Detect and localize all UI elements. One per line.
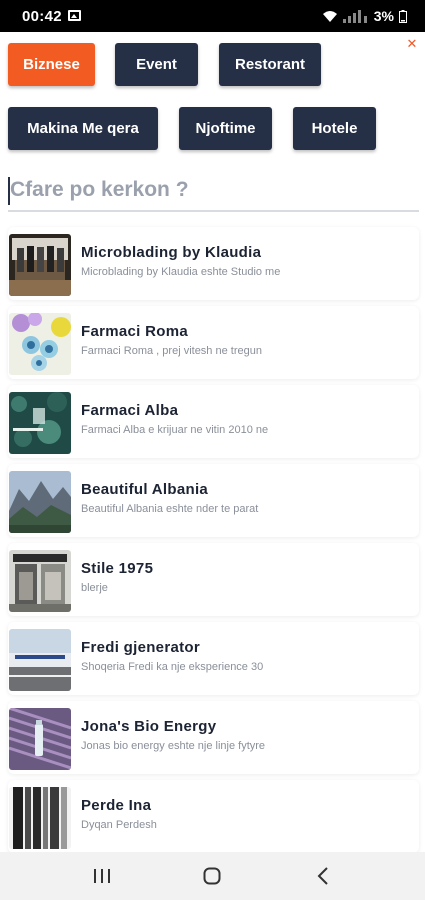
search-input[interactable] — [8, 170, 419, 210]
status-right: 3% — [322, 7, 407, 25]
back-button[interactable] — [303, 862, 343, 890]
listing-thumbnail — [9, 234, 71, 296]
list-item[interactable]: Perde Ina Dyqan Perdesh — [8, 780, 419, 853]
listing-subtitle: Dyqan Perdesh — [81, 819, 157, 831]
text-cursor — [8, 177, 10, 205]
filter-biznese[interactable]: Biznese — [8, 43, 95, 86]
listing-title: Jona's Bio Energy — [81, 718, 217, 735]
filter-restorant[interactable]: Restorant — [219, 43, 321, 86]
status-time: 00:42 — [22, 8, 62, 25]
back-icon — [317, 867, 328, 885]
signal-icon — [342, 9, 367, 23]
wifi-icon — [322, 10, 337, 22]
home-button[interactable] — [192, 862, 232, 890]
list-item[interactable]: Stile 1975 blerje — [8, 543, 419, 616]
listing-thumbnail — [9, 550, 71, 612]
close-icon[interactable]: ✕ — [405, 37, 419, 51]
system-nav-bar — [0, 852, 425, 900]
listing-thumbnail — [9, 629, 71, 691]
battery-percent: 3% — [373, 8, 394, 24]
home-icon — [203, 867, 221, 885]
listing-subtitle: blerje — [81, 582, 108, 594]
listing-subtitle: Beautiful Albania eshte nder te parat — [81, 503, 259, 515]
listing-subtitle: Farmaci Roma , prej vitesh ne tregun — [81, 345, 262, 357]
listing-subtitle: Microblading by Klaudia eshte Studio me — [81, 266, 281, 278]
status-bar: 00:42 3% — [0, 0, 425, 32]
filter-njoftime[interactable]: Njoftime — [179, 107, 272, 150]
list-item[interactable]: Beautiful Albania Beautiful Albania esht… — [8, 464, 419, 537]
battery-icon — [399, 9, 407, 23]
listing-title: Perde Ina — [81, 797, 152, 814]
listing-title: Farmaci Roma — [81, 323, 188, 340]
listing-title: Stile 1975 — [81, 560, 154, 577]
list-item[interactable]: Microblading by Klaudia Microblading by … — [8, 227, 419, 300]
listing-thumbnail — [9, 313, 71, 375]
filter-makina-me-qera[interactable]: Makina Me qera — [8, 107, 158, 150]
listing-thumbnail — [9, 708, 71, 770]
list-item[interactable]: Farmaci Roma Farmaci Roma , prej vitesh … — [8, 306, 419, 379]
listing-thumbnail — [9, 471, 71, 533]
list-item[interactable]: Jona's Bio Energy Jonas bio energy eshte… — [8, 701, 419, 774]
listing-subtitle: Shoqeria Fredi ka nje eksperience 30 — [81, 661, 264, 673]
listing-thumbnail — [9, 392, 71, 454]
listing-subtitle: Jonas bio energy eshte nje linje fytyre — [81, 740, 266, 752]
list-item[interactable]: Farmaci Alba Farmaci Alba e krijuar ne v… — [8, 385, 419, 458]
listing-thumbnail — [9, 787, 71, 849]
recent-apps-button[interactable] — [82, 862, 122, 890]
image-notification-icon — [68, 10, 81, 21]
recent-apps-icon — [94, 869, 110, 883]
filter-event[interactable]: Event — [115, 43, 198, 86]
listing-title: Beautiful Albania — [81, 481, 209, 498]
filter-hotele[interactable]: Hotele — [293, 107, 376, 150]
search-bar — [8, 170, 419, 212]
listing-title: Microblading by Klaudia — [81, 244, 262, 261]
list-item[interactable]: Fredi gjenerator Shoqeria Fredi ka nje e… — [8, 622, 419, 695]
listing-title: Fredi gjenerator — [81, 639, 200, 656]
listing-subtitle: Farmaci Alba e krijuar ne vitin 2010 ne — [81, 424, 269, 436]
listing-title: Farmaci Alba — [81, 402, 179, 419]
